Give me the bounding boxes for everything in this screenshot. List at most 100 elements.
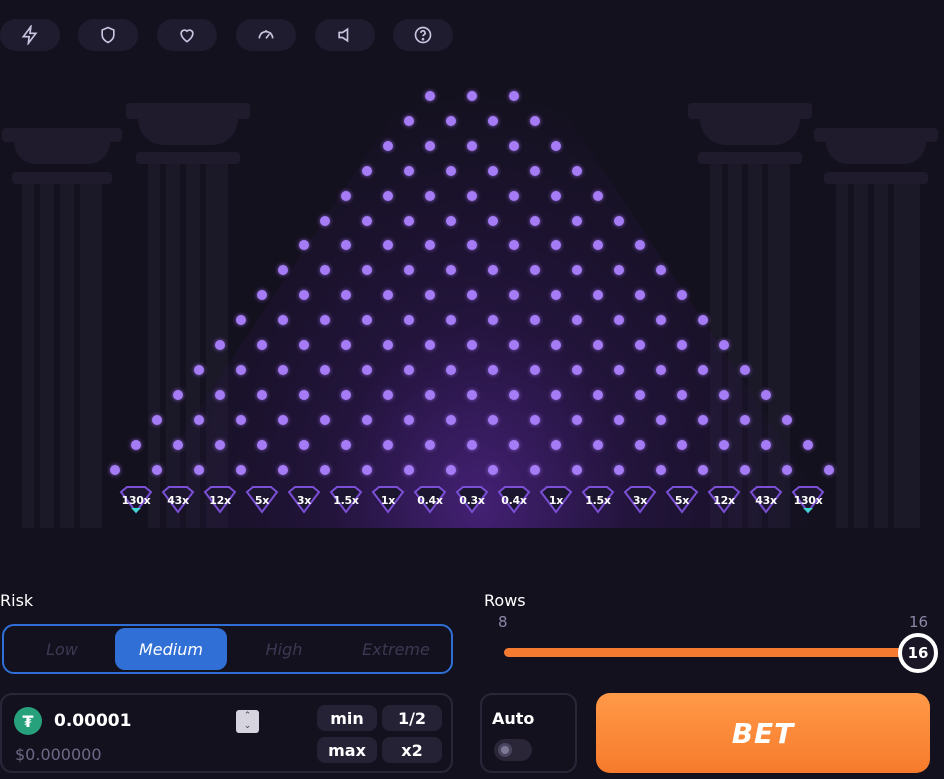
multiplier-bucket: 3x <box>285 486 323 514</box>
peg <box>299 439 309 450</box>
peg <box>698 414 708 425</box>
peg <box>509 140 519 151</box>
multiplier-bucket: 12x <box>201 486 239 514</box>
peg <box>530 315 540 326</box>
auto-label: Auto <box>492 709 535 728</box>
peg <box>509 240 519 251</box>
risk-option-medium[interactable]: Medium <box>115 628 227 670</box>
double-button[interactable]: x2 <box>382 737 442 763</box>
peg <box>215 389 225 400</box>
multiplier-label: 0.4x <box>417 493 443 507</box>
peg <box>173 439 183 450</box>
peg <box>446 414 456 425</box>
peg <box>635 340 645 350</box>
peg <box>614 265 624 276</box>
min-button[interactable]: min <box>317 705 377 731</box>
peg <box>614 315 624 326</box>
peg <box>362 464 372 475</box>
peg <box>236 414 246 425</box>
rows-slider-thumb[interactable]: 16 <box>898 633 938 673</box>
multiplier-bucket: 1x <box>537 486 575 514</box>
peg <box>446 265 456 276</box>
multiplier-bucket: 130x <box>117 486 155 514</box>
peg <box>677 389 687 400</box>
peg <box>488 215 498 226</box>
max-button[interactable]: max <box>317 737 377 763</box>
risk-option-high[interactable]: High <box>228 628 340 670</box>
peg <box>509 340 519 350</box>
multiplier-label: 1.5x <box>585 493 611 507</box>
peg <box>278 315 288 326</box>
peg <box>719 439 729 450</box>
peg <box>320 215 330 226</box>
auto-toggle[interactable] <box>494 739 532 761</box>
peg <box>383 240 393 251</box>
peg <box>593 389 603 400</box>
chevron-up-icon[interactable]: ⌃ <box>244 711 252 721</box>
multiplier-bucket: 1.5x <box>327 486 365 514</box>
peg <box>278 364 288 375</box>
rows-label: Rows <box>484 591 526 610</box>
peg <box>551 240 561 251</box>
peg <box>425 240 435 251</box>
peg <box>299 340 309 350</box>
peg <box>635 290 645 301</box>
peg <box>341 340 351 350</box>
peg <box>761 389 771 400</box>
peg <box>551 190 561 201</box>
bet-button[interactable]: BET <box>596 693 930 773</box>
amount-stepper[interactable]: ⌃ ⌄ <box>236 710 259 733</box>
risk-option-low[interactable]: Low <box>6 628 118 670</box>
peg <box>572 315 582 326</box>
peg <box>299 389 309 400</box>
peg <box>614 464 624 475</box>
peg <box>299 240 309 251</box>
peg <box>530 414 540 425</box>
bet-amount-input[interactable]: 0.00001 <box>54 711 131 731</box>
multiplier-bucket: 12x <box>705 486 743 514</box>
toggle-knob <box>498 743 512 757</box>
risk-option-extreme[interactable]: Extreme <box>340 628 452 670</box>
peg <box>530 165 540 176</box>
peg <box>341 290 351 301</box>
multiplier-label: 5x <box>674 493 690 507</box>
multiplier-label: 0.4x <box>501 493 527 507</box>
multiplier-label: 1x <box>380 493 396 507</box>
multiplier-bucket: 43x <box>747 486 785 514</box>
peg <box>656 414 666 425</box>
peg <box>404 315 414 326</box>
peg <box>593 340 603 350</box>
peg <box>530 364 540 375</box>
peg <box>236 464 246 475</box>
peg <box>509 439 519 450</box>
rows-slider-track[interactable] <box>504 648 914 657</box>
peg <box>362 215 372 226</box>
risk-selector: Low Medium High Extreme <box>2 624 453 674</box>
half-button[interactable]: 1/2 <box>382 705 442 731</box>
peg <box>425 340 435 350</box>
peg <box>320 464 330 475</box>
multiplier-label: 1x <box>548 493 564 507</box>
peg <box>425 290 435 301</box>
peg <box>551 340 561 350</box>
peg <box>383 389 393 400</box>
peg <box>656 364 666 375</box>
peg <box>194 364 204 375</box>
peg <box>404 265 414 276</box>
peg <box>425 140 435 151</box>
peg <box>152 464 162 475</box>
peg <box>551 389 561 400</box>
peg <box>194 414 204 425</box>
peg <box>194 464 204 475</box>
chevron-down-icon[interactable]: ⌄ <box>244 721 252 731</box>
peg <box>425 389 435 400</box>
peg <box>383 190 393 201</box>
multiplier-bucket: 0.3x <box>453 486 491 514</box>
peg <box>383 340 393 350</box>
peg <box>446 315 456 326</box>
peg <box>593 240 603 251</box>
peg <box>635 439 645 450</box>
multiplier-bucket: 0.4x <box>495 486 533 514</box>
multiplier-label: 43x <box>755 493 777 507</box>
peg <box>572 265 582 276</box>
